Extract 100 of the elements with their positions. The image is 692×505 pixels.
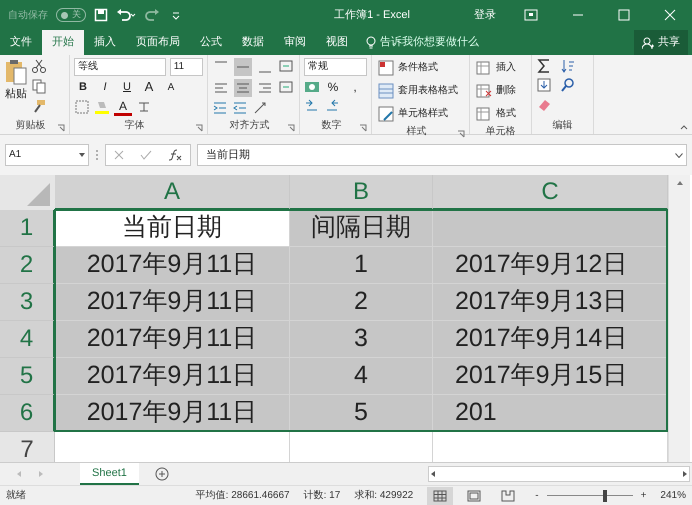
maximize-icon[interactable] [618, 9, 630, 21]
table-cell[interactable]: 201 [433, 395, 668, 432]
ribbon-tab[interactable]: 页面布局 [126, 30, 190, 55]
row-header[interactable]: 6 [0, 395, 55, 432]
font-style-button[interactable]: U [118, 78, 136, 96]
column-header[interactable]: C [433, 175, 668, 210]
paste-button[interactable]: 粘贴 [4, 58, 28, 118]
merge-icon[interactable] [278, 79, 294, 95]
table-cell[interactable]: 2017年9月11日 [55, 247, 290, 284]
row-header[interactable]: 7 [0, 432, 55, 462]
cells-menu-button[interactable]: 格式 [474, 104, 527, 124]
ribbon-display-icon[interactable] [524, 9, 538, 21]
table-cell[interactable]: 间隔日期 [290, 210, 433, 247]
sort-icon[interactable] [560, 58, 576, 74]
zoom-out-button[interactable]: - [535, 488, 539, 503]
row-header[interactable]: 2 [0, 247, 55, 284]
table-cell[interactable]: 2017年9月11日 [55, 321, 290, 358]
view-button[interactable] [427, 486, 454, 504]
wrap-text-icon[interactable] [278, 58, 294, 74]
table-cell[interactable]: 2017年9月11日 [55, 284, 290, 321]
table-cell[interactable]: 2017年9月15日 [433, 358, 668, 395]
column-header[interactable]: B [290, 175, 433, 210]
sum-icon[interactable] [536, 58, 552, 74]
styles-menu-button[interactable]: 套用表格格式 [376, 81, 465, 101]
table-cell[interactable]: 2017年9月11日 [55, 358, 290, 395]
sheet-tab[interactable]: Sheet1 [80, 463, 139, 485]
zoom-slider-thumb[interactable] [603, 490, 608, 502]
dialog-launcher-icon[interactable] [57, 124, 65, 132]
table-cell[interactable]: 5 [290, 395, 433, 432]
copy-icon[interactable] [31, 78, 47, 94]
cells-menu-button[interactable]: 删除 [474, 81, 527, 101]
scroll-right-icon[interactable] [681, 470, 689, 478]
dialog-launcher-icon[interactable] [195, 124, 203, 132]
cells-menu-button[interactable]: 插入 [474, 58, 527, 78]
row-header[interactable]: 4 [0, 321, 55, 358]
grow-font-button[interactable]: A [140, 78, 158, 96]
ribbon-tab[interactable]: 开始 [42, 30, 84, 55]
search-icon[interactable] [560, 77, 576, 93]
add-sheet-icon[interactable] [154, 467, 169, 481]
currency-icon[interactable] [304, 79, 320, 95]
share-button[interactable]: 共享 [634, 30, 688, 55]
dialog-launcher-icon[interactable] [287, 124, 295, 132]
orientation-icon[interactable] [252, 100, 268, 116]
ribbon-tab[interactable]: 文件 [0, 30, 42, 55]
table-cell[interactable]: 3 [290, 321, 433, 358]
font-style-button[interactable]: I [96, 78, 114, 96]
align-icon[interactable] [234, 79, 252, 97]
collapse-ribbon-icon[interactable] [680, 124, 688, 130]
name-box[interactable]: A1 [5, 144, 89, 166]
font-color-button[interactable]: A [114, 98, 132, 116]
table-cell[interactable]: 2 [290, 284, 433, 321]
table-cell[interactable] [433, 210, 668, 247]
vertical-scrollbar[interactable] [668, 175, 690, 462]
table-cell[interactable]: 当前日期 [55, 210, 290, 247]
table-cell[interactable]: 2017年9月11日 [55, 395, 290, 432]
ribbon-tab[interactable]: 插入 [84, 30, 126, 55]
row-header[interactable]: 5 [0, 358, 55, 395]
fill-color-icon[interactable] [94, 99, 110, 115]
indent-icon[interactable] [212, 100, 228, 116]
horizontal-scrollbar[interactable] [428, 466, 690, 482]
function-icon[interactable] [168, 149, 182, 161]
close-icon[interactable] [664, 9, 676, 21]
font-style-button[interactable]: B [74, 78, 92, 96]
table-cell[interactable]: 2017年9月13日 [433, 284, 668, 321]
ribbon-tab[interactable]: 视图 [316, 30, 358, 55]
autosave-label: 自动保存 [8, 8, 48, 22]
font-size-field[interactable]: 11 [170, 58, 203, 76]
styles-menu-button[interactable]: 单元格样式 [376, 104, 465, 124]
shrink-font-button[interactable]: A [162, 78, 180, 96]
zoom-in-button[interactable]: + [640, 488, 646, 503]
number-style-button[interactable]: % [324, 78, 342, 96]
ribbon-tab[interactable]: 数据 [232, 30, 274, 55]
row-header[interactable]: 3 [0, 284, 55, 321]
sign-in-link[interactable]: 登录 [474, 6, 496, 24]
fill-icon[interactable] [536, 77, 552, 93]
dialog-launcher-icon[interactable] [359, 124, 367, 132]
table-cell[interactable]: 2017年9月14日 [433, 321, 668, 358]
scissors-icon[interactable] [31, 58, 47, 74]
styles-menu-button[interactable]: 条件格式 [376, 58, 465, 78]
table-cell[interactable]: 1 [290, 247, 433, 284]
zoom-level[interactable]: 241% [660, 488, 686, 503]
formula-field[interactable]: 当前日期 [197, 144, 687, 166]
align-icon[interactable] [234, 58, 252, 76]
undo-icon[interactable] [116, 8, 136, 22]
table-cell[interactable]: 2017年9月12日 [433, 247, 668, 284]
outdent-icon[interactable] [232, 100, 248, 116]
scroll-left-icon[interactable] [429, 470, 437, 478]
ribbon-tab[interactable]: 公式 [190, 30, 232, 55]
drag-handle-icon[interactable] [95, 148, 99, 162]
save-icon[interactable] [94, 8, 108, 22]
row-header[interactable]: 1 [0, 210, 55, 247]
column-header[interactable]: A [55, 175, 290, 210]
number-style-button[interactable]: , [346, 78, 364, 96]
dialog-launcher-icon[interactable] [457, 130, 465, 138]
tell-me-field[interactable]: 告诉我你想要做什么 [380, 34, 479, 51]
table-cell[interactable]: 4 [290, 358, 433, 395]
ribbon-tab[interactable]: 审阅 [274, 30, 316, 55]
number-format-field[interactable]: 常规 [304, 58, 367, 76]
borders-icon[interactable] [74, 99, 90, 115]
font-name-field[interactable]: 等线 [74, 58, 166, 76]
